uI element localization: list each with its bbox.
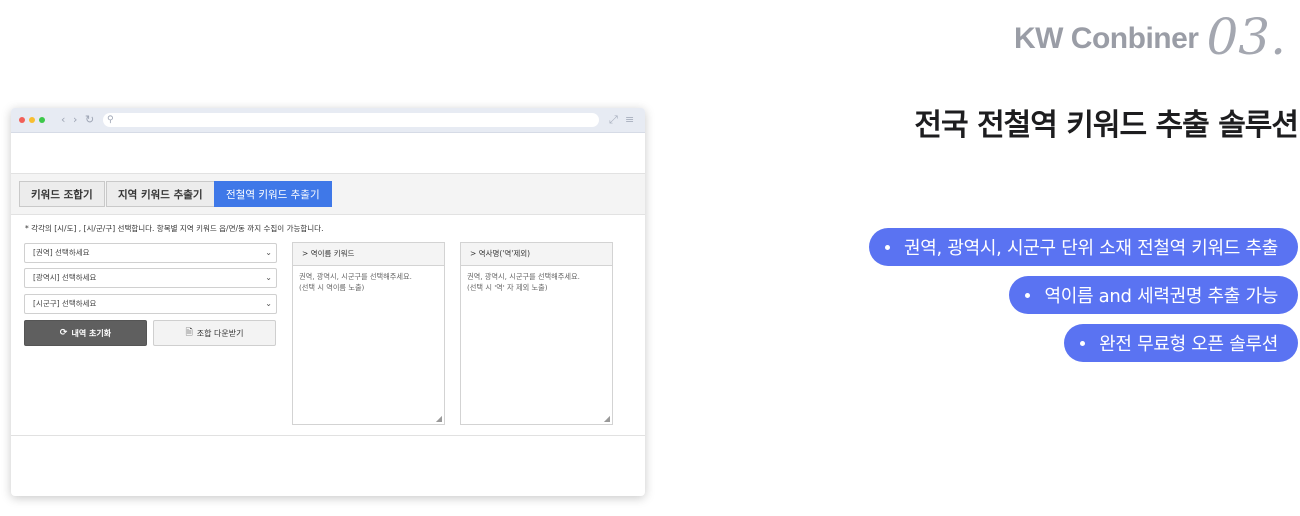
browser-window: ‹ › ↻ ⚲ ⤢ ≡ 키워드 조합기 지역 키워드 추출기 전철역 키워드 추… [11,108,645,496]
placeholder-line: (선택 시 '역' 자 제외 노출) [467,283,548,292]
district-select-value: [시군구] 선택하세요 [33,299,97,308]
browser-toolbar: ‹ › ↻ ⚲ ⤢ ≡ [11,108,645,133]
close-window-icon[interactable] [19,117,25,123]
feature-text: 권역, 광역시, 시군구 단위 소재 전철역 키워드 추출 [904,238,1278,259]
region-select-value: [권역] 선택하세요 [33,248,90,257]
expand-icon[interactable]: ⤢ [609,113,618,127]
bullet-icon [1025,292,1031,298]
tab-keyword-combiner[interactable]: 키워드 조합기 [19,181,105,207]
station-title-textarea[interactable]: 권역, 광역시, 시군구를 선택해주세요. (선택 시 '역' 자 제외 노출) [461,266,612,298]
url-bar[interactable]: ⚲ [103,113,599,127]
panel-title: > 역사명('역'제외) [461,243,612,266]
panel-title: > 역이름 키워드 [293,243,444,266]
chevron-down-icon: ⌄ [265,299,272,308]
resize-handle-icon[interactable]: ◢ [436,415,442,423]
station-title-panel: > 역사명('역'제외) 권역, 광역시, 시군구를 선택해주세요. (선택 시… [460,242,613,425]
brand-number: 03. [1206,8,1286,66]
metro-city-select-value: [광역시] 선택하세요 [33,273,97,282]
menu-icon[interactable]: ≡ [625,113,634,127]
feature-pill: 역이름 and 세력권명 추출 가능 [1009,276,1298,314]
feature-text: 역이름 and 세력권명 추출 가능 [1044,286,1278,307]
maximize-window-icon[interactable] [39,117,45,123]
metro-city-select[interactable]: [광역시] 선택하세요 ⌄ [24,268,277,288]
refresh-icon: ⟳ [59,328,68,338]
bullet-icon [885,244,890,250]
placeholder-line: (선택 시 역이름 노출) [299,283,365,292]
feature-pill: 권역, 광역시, 시군구 단위 소재 전철역 키워드 추출 [869,228,1298,266]
brand-name: KW Conbiner [1013,22,1199,55]
minimize-window-icon[interactable] [29,117,35,123]
placeholder-line: 권역, 광역시, 시군구를 선택해주세요. [299,272,412,281]
feature-list: 권역, 광역시, 시군구 단위 소재 전철역 키워드 추출 역이름 and 세력… [869,228,1298,372]
divider [11,435,645,436]
download-button[interactable]: 🗎 조합 다운받기 [153,320,276,346]
tab-station-keyword-extractor[interactable]: 전철역 키워드 추출기 [214,181,332,207]
region-select[interactable]: [권역] 선택하세요 ⌄ [24,243,277,263]
feature-text: 완전 무료형 오픈 솔루션 [1099,334,1278,355]
back-icon[interactable]: ‹ [61,113,65,127]
search-icon: ⚲ [107,115,114,125]
placeholder-line: 권역, 광역시, 시군구를 선택해주세요. [467,272,580,281]
feature-pill: 완전 무료형 오픈 솔루션 [1064,324,1298,362]
chevron-down-icon: ⌄ [265,248,272,257]
brand-logo: KW Conbiner 03. [1014,4,1286,62]
reset-button-label: 내역 초기화 [71,328,112,338]
resize-handle-icon[interactable]: ◢ [604,415,610,423]
tab-bar: 키워드 조합기 지역 키워드 추출기 전철역 키워드 추출기 [11,173,645,215]
district-select[interactable]: [시군구] 선택하세요 ⌄ [24,294,277,314]
bullet-icon [1080,340,1086,346]
station-name-textarea[interactable]: 권역, 광역시, 시군구를 선택해주세요. (선택 시 역이름 노출) [293,266,444,298]
chevron-down-icon: ⌄ [265,273,272,282]
tab-region-keyword-extractor[interactable]: 지역 키워드 추출기 [106,181,215,207]
instruction-note: * 각각의 [시/도] , [시/군/구] 선택합니다. 항목별 지역 키워드 … [25,224,324,233]
page-title: 전국 전철역 키워드 추출 솔루션 [914,108,1299,143]
station-name-panel: > 역이름 키워드 권역, 광역시, 시군구를 선택해주세요. (선택 시 역이… [292,242,445,425]
reload-icon[interactable]: ↻ [85,113,94,127]
forward-icon[interactable]: › [73,113,77,127]
reset-button[interactable]: ⟳ 내역 초기화 [24,320,147,346]
download-button-label: 조합 다운받기 [196,328,244,338]
file-download-icon: 🗎 [185,328,193,338]
